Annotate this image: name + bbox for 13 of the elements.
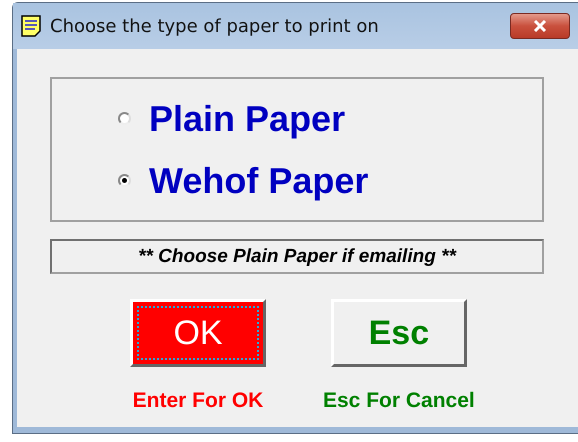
window-title: Choose the type of paper to print on xyxy=(50,16,380,36)
radio-label[interactable]: Wehof Paper xyxy=(149,160,368,200)
radio-button[interactable] xyxy=(118,174,131,187)
hint-message: ** Choose Plain Paper if emailing ** xyxy=(50,239,544,274)
esc-button[interactable]: Esc xyxy=(330,299,467,367)
shortcut-hint: Esc For Cancel xyxy=(323,389,475,413)
shortcut-hint: Enter For OK xyxy=(132,389,264,413)
radio-label[interactable]: Plain Paper xyxy=(149,98,346,138)
radio-button[interactable] xyxy=(118,112,131,125)
ok-button[interactable]: OK xyxy=(130,299,266,367)
notepad-icon xyxy=(21,15,41,37)
close-button[interactable] xyxy=(510,13,570,39)
close-icon xyxy=(533,20,547,32)
